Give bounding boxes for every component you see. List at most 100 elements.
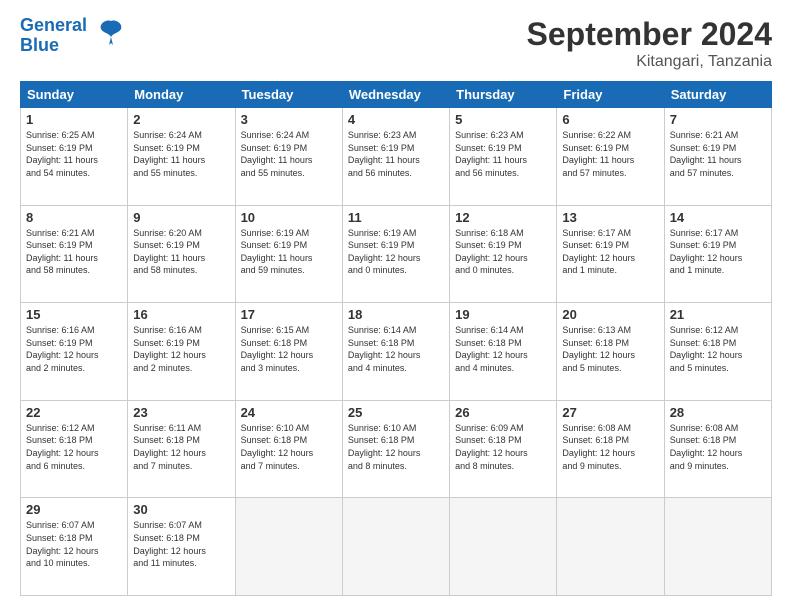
col-tuesday: Tuesday: [235, 82, 342, 108]
day-info: Sunrise: 6:08 AM Sunset: 6:18 PM Dayligh…: [562, 422, 658, 472]
day-number: 20: [562, 307, 658, 322]
day-info: Sunrise: 6:17 AM Sunset: 6:19 PM Dayligh…: [670, 227, 766, 277]
day-info: Sunrise: 6:10 AM Sunset: 6:18 PM Dayligh…: [241, 422, 337, 472]
table-row: 2 Sunrise: 6:24 AM Sunset: 6:19 PM Daylig…: [128, 108, 235, 206]
calendar-header-row: Sunday Monday Tuesday Wednesday Thursday…: [21, 82, 772, 108]
table-row: 24Sunrise: 6:10 AM Sunset: 6:18 PM Dayli…: [235, 400, 342, 498]
day-number: 14: [670, 210, 766, 225]
table-row: 21 Sunrise: 6:12 AM Sunset: 6:18 PM Dayli…: [664, 303, 771, 401]
table-row: 19 Sunrise: 6:14 AM Sunset: 6:18 PM Dayli…: [450, 303, 557, 401]
day-number: 6: [562, 112, 658, 127]
day-info: Sunrise: 6:24 AM Sunset: 6:19 PM Dayligh…: [241, 129, 337, 179]
day-info: Sunrise: 6:14 AM Sunset: 6:18 PM Dayligh…: [348, 324, 444, 374]
day-info: Sunrise: 6:20 AM Sunset: 6:19 PM Dayligh…: [133, 227, 229, 277]
location-subtitle: Kitangari, Tanzania: [527, 53, 772, 71]
calendar-week-row: 22 Sunrise: 6:12 AM Sunset: 6:18 PM Dayli…: [21, 400, 772, 498]
day-info: Sunrise: 6:18 AM Sunset: 6:19 PM Dayligh…: [455, 227, 551, 277]
col-thursday: Thursday: [450, 82, 557, 108]
table-row: 23Sunrise: 6:11 AM Sunset: 6:18 PM Dayli…: [128, 400, 235, 498]
col-saturday: Saturday: [664, 82, 771, 108]
day-number: 26: [455, 405, 551, 420]
table-row: 9 Sunrise: 6:20 AM Sunset: 6:19 PM Daylig…: [128, 205, 235, 303]
day-number: 15: [26, 307, 122, 322]
table-row: [450, 498, 557, 596]
day-number: 7: [670, 112, 766, 127]
day-number: 29: [26, 502, 122, 517]
day-info: Sunrise: 6:23 AM Sunset: 6:19 PM Dayligh…: [455, 129, 551, 179]
day-info: Sunrise: 6:17 AM Sunset: 6:19 PM Dayligh…: [562, 227, 658, 277]
table-row: [342, 498, 449, 596]
day-number: 13: [562, 210, 658, 225]
day-number: 16: [133, 307, 229, 322]
col-friday: Friday: [557, 82, 664, 108]
table-row: 10Sunrise: 6:19 AM Sunset: 6:19 PM Dayli…: [235, 205, 342, 303]
day-info: Sunrise: 6:19 AM Sunset: 6:19 PM Dayligh…: [241, 227, 337, 277]
calendar-week-row: 1 Sunrise: 6:25 AM Sunset: 6:19 PM Daylig…: [21, 108, 772, 206]
day-info: Sunrise: 6:19 AM Sunset: 6:19 PM Dayligh…: [348, 227, 444, 277]
table-row: 11 Sunrise: 6:19 AM Sunset: 6:19 PM Dayli…: [342, 205, 449, 303]
day-number: 19: [455, 307, 551, 322]
table-row: 1 Sunrise: 6:25 AM Sunset: 6:19 PM Daylig…: [21, 108, 128, 206]
day-number: 21: [670, 307, 766, 322]
day-number: 17: [241, 307, 337, 322]
day-number: 11: [348, 210, 444, 225]
day-info: Sunrise: 6:15 AM Sunset: 6:18 PM Dayligh…: [241, 324, 337, 374]
table-row: 8Sunrise: 6:21 AM Sunset: 6:19 PM Daylig…: [21, 205, 128, 303]
col-wednesday: Wednesday: [342, 82, 449, 108]
logo-general: General: [20, 15, 87, 35]
table-row: 7Sunrise: 6:21 AM Sunset: 6:19 PM Daylig…: [664, 108, 771, 206]
day-info: Sunrise: 6:09 AM Sunset: 6:18 PM Dayligh…: [455, 422, 551, 472]
day-info: Sunrise: 6:13 AM Sunset: 6:18 PM Dayligh…: [562, 324, 658, 374]
day-info: Sunrise: 6:23 AM Sunset: 6:19 PM Dayligh…: [348, 129, 444, 179]
table-row: 5 Sunrise: 6:23 AM Sunset: 6:19 PM Daylig…: [450, 108, 557, 206]
day-info: Sunrise: 6:16 AM Sunset: 6:19 PM Dayligh…: [26, 324, 122, 374]
day-info: Sunrise: 6:24 AM Sunset: 6:19 PM Dayligh…: [133, 129, 229, 179]
logo-bird-icon: [95, 17, 127, 54]
day-number: 28: [670, 405, 766, 420]
day-number: 1: [26, 112, 122, 127]
table-row: 16 Sunrise: 6:16 AM Sunset: 6:19 PM Dayli…: [128, 303, 235, 401]
table-row: 30Sunrise: 6:07 AM Sunset: 6:18 PM Dayli…: [128, 498, 235, 596]
day-number: 3: [241, 112, 337, 127]
header: General Blue September 2024 Kitangari, T…: [20, 16, 772, 71]
day-number: 4: [348, 112, 444, 127]
day-number: 23: [133, 405, 229, 420]
page: General Blue September 2024 Kitangari, T…: [0, 0, 792, 612]
day-info: Sunrise: 6:21 AM Sunset: 6:19 PM Dayligh…: [26, 227, 122, 277]
day-info: Sunrise: 6:07 AM Sunset: 6:18 PM Dayligh…: [26, 519, 122, 569]
calendar-table: Sunday Monday Tuesday Wednesday Thursday…: [20, 81, 772, 596]
logo: General Blue: [20, 16, 127, 56]
day-number: 5: [455, 112, 551, 127]
table-row: [664, 498, 771, 596]
calendar-week-row: 29 Sunrise: 6:07 AM Sunset: 6:18 PM Dayli…: [21, 498, 772, 596]
table-row: 25Sunrise: 6:10 AM Sunset: 6:18 PM Dayli…: [342, 400, 449, 498]
day-info: Sunrise: 6:12 AM Sunset: 6:18 PM Dayligh…: [26, 422, 122, 472]
table-row: 18 Sunrise: 6:14 AM Sunset: 6:18 PM Dayli…: [342, 303, 449, 401]
calendar-week-row: 8Sunrise: 6:21 AM Sunset: 6:19 PM Daylig…: [21, 205, 772, 303]
day-info: Sunrise: 6:16 AM Sunset: 6:19 PM Dayligh…: [133, 324, 229, 374]
table-row: 14 Sunrise: 6:17 AM Sunset: 6:19 PM Dayli…: [664, 205, 771, 303]
day-info: Sunrise: 6:12 AM Sunset: 6:18 PM Dayligh…: [670, 324, 766, 374]
day-info: Sunrise: 6:08 AM Sunset: 6:18 PM Dayligh…: [670, 422, 766, 472]
day-number: 18: [348, 307, 444, 322]
table-row: 20 Sunrise: 6:13 AM Sunset: 6:18 PM Dayli…: [557, 303, 664, 401]
day-number: 12: [455, 210, 551, 225]
month-year-title: September 2024: [527, 16, 772, 53]
table-row: 28 Sunrise: 6:08 AM Sunset: 6:18 PM Dayli…: [664, 400, 771, 498]
table-row: 29 Sunrise: 6:07 AM Sunset: 6:18 PM Dayli…: [21, 498, 128, 596]
day-info: Sunrise: 6:07 AM Sunset: 6:18 PM Dayligh…: [133, 519, 229, 569]
day-number: 27: [562, 405, 658, 420]
table-row: 13 Sunrise: 6:17 AM Sunset: 6:19 PM Dayli…: [557, 205, 664, 303]
table-row: [235, 498, 342, 596]
table-row: 3 Sunrise: 6:24 AM Sunset: 6:19 PM Daylig…: [235, 108, 342, 206]
day-number: 9: [133, 210, 229, 225]
day-info: Sunrise: 6:14 AM Sunset: 6:18 PM Dayligh…: [455, 324, 551, 374]
day-number: 2: [133, 112, 229, 127]
table-row: 22 Sunrise: 6:12 AM Sunset: 6:18 PM Dayli…: [21, 400, 128, 498]
logo-blue: Blue: [20, 36, 87, 56]
table-row: 26 Sunrise: 6:09 AM Sunset: 6:18 PM Dayli…: [450, 400, 557, 498]
day-info: Sunrise: 6:25 AM Sunset: 6:19 PM Dayligh…: [26, 129, 122, 179]
day-number: 22: [26, 405, 122, 420]
day-info: Sunrise: 6:22 AM Sunset: 6:19 PM Dayligh…: [562, 129, 658, 179]
table-row: 15 Sunrise: 6:16 AM Sunset: 6:19 PM Dayli…: [21, 303, 128, 401]
